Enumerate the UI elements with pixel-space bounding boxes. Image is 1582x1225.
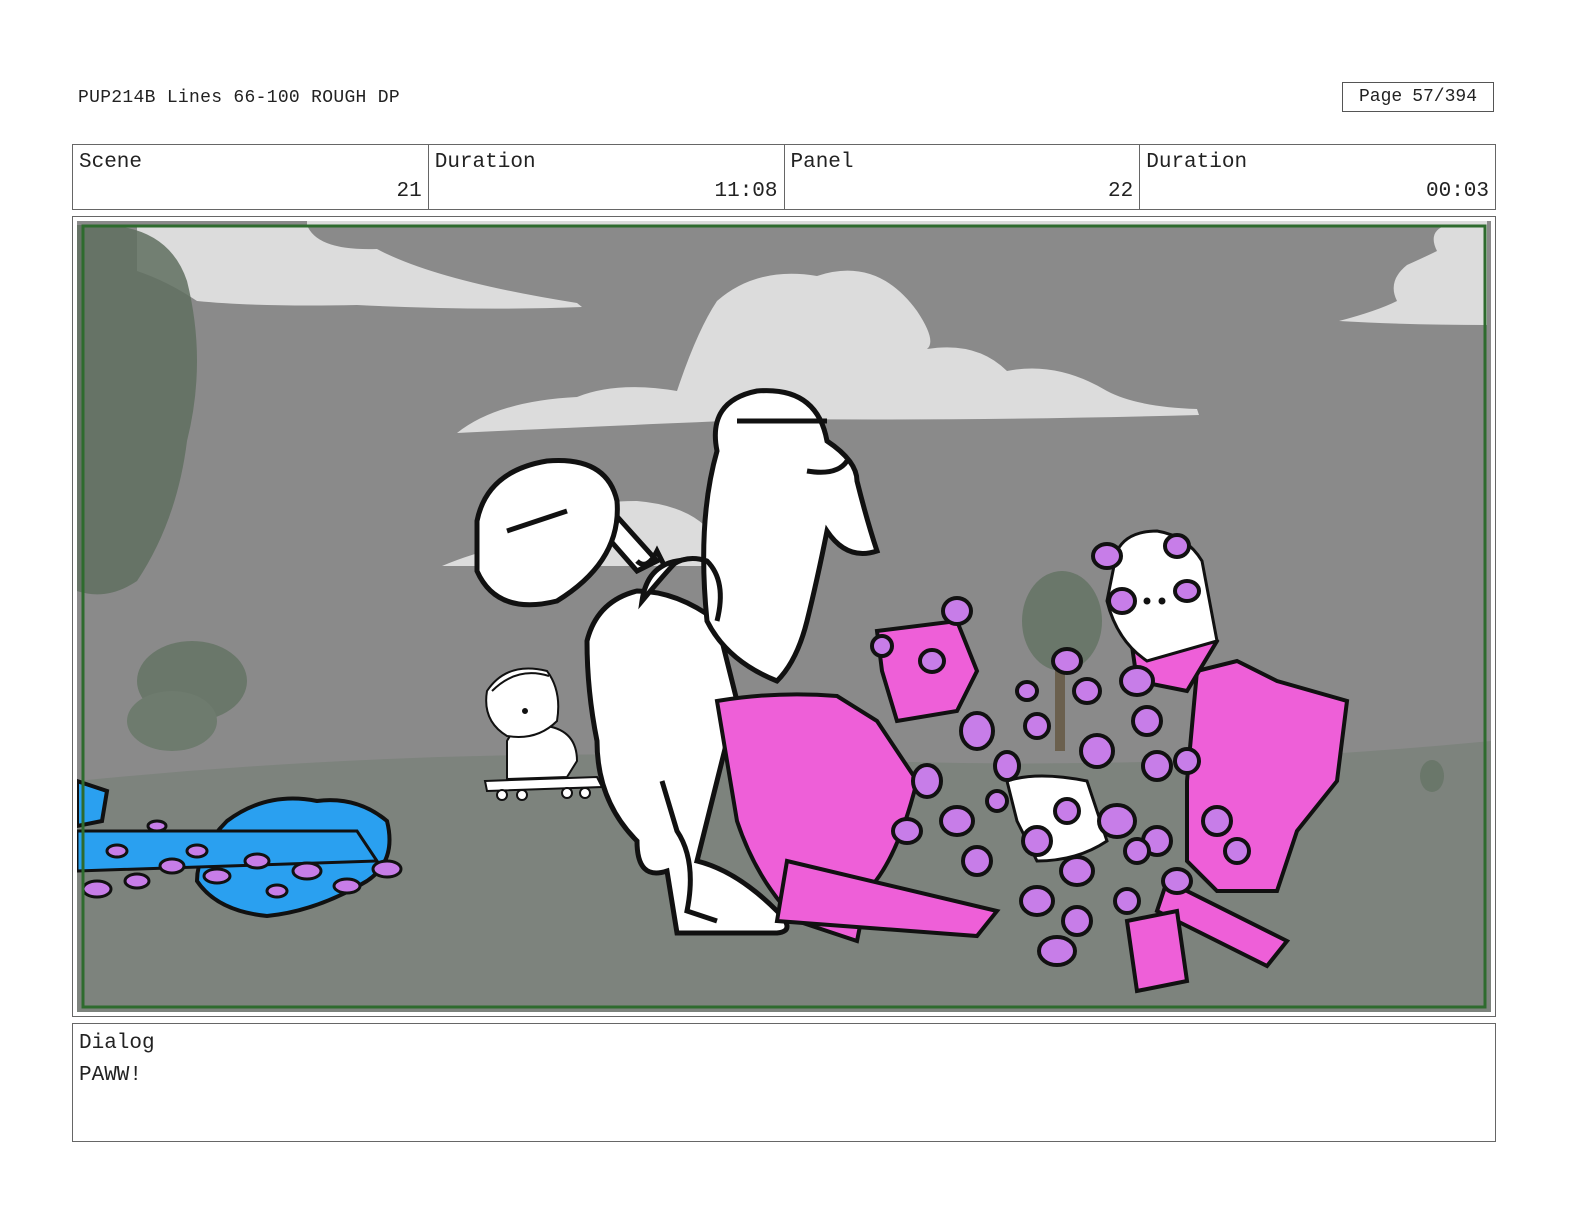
page-number: 57/394	[1412, 87, 1478, 107]
scene-label: Scene	[79, 151, 143, 174]
panel-duration-value: 00:03	[1425, 180, 1489, 203]
storyboard-drawing	[77, 221, 1491, 1012]
scene-duration-cell: Duration 11:08	[429, 145, 785, 209]
dialog-box: Dialog PAWW!	[72, 1023, 1496, 1142]
bush-right	[1420, 760, 1444, 792]
panel-duration-label: Duration	[1146, 151, 1248, 174]
panel-duration-cell: Duration 00:03	[1140, 145, 1495, 209]
document-title: PUP214B Lines 66-100 ROUGH DP	[78, 88, 400, 108]
scene-duration-value: 11:08	[714, 180, 778, 203]
scene-value: 21	[396, 180, 422, 203]
page-indicator: Page 57/394	[1342, 82, 1494, 112]
panel-value: 22	[1108, 180, 1134, 203]
cloud-top-strip	[307, 221, 1487, 225]
panel-info-row: Scene 21 Duration 11:08 Panel 22 Duratio…	[72, 144, 1496, 210]
dialog-label: Dialog	[79, 1032, 155, 1055]
dialog-text: PAWW!	[79, 1064, 143, 1087]
scene-duration-label: Duration	[434, 151, 536, 174]
panel-cell: Panel 22	[785, 145, 1141, 209]
storyboard-frame	[72, 216, 1496, 1017]
bush-left-2	[127, 691, 217, 751]
page-label: Page	[1358, 87, 1403, 107]
panel-label: Panel	[790, 151, 854, 174]
scene-cell: Scene 21	[73, 145, 429, 209]
